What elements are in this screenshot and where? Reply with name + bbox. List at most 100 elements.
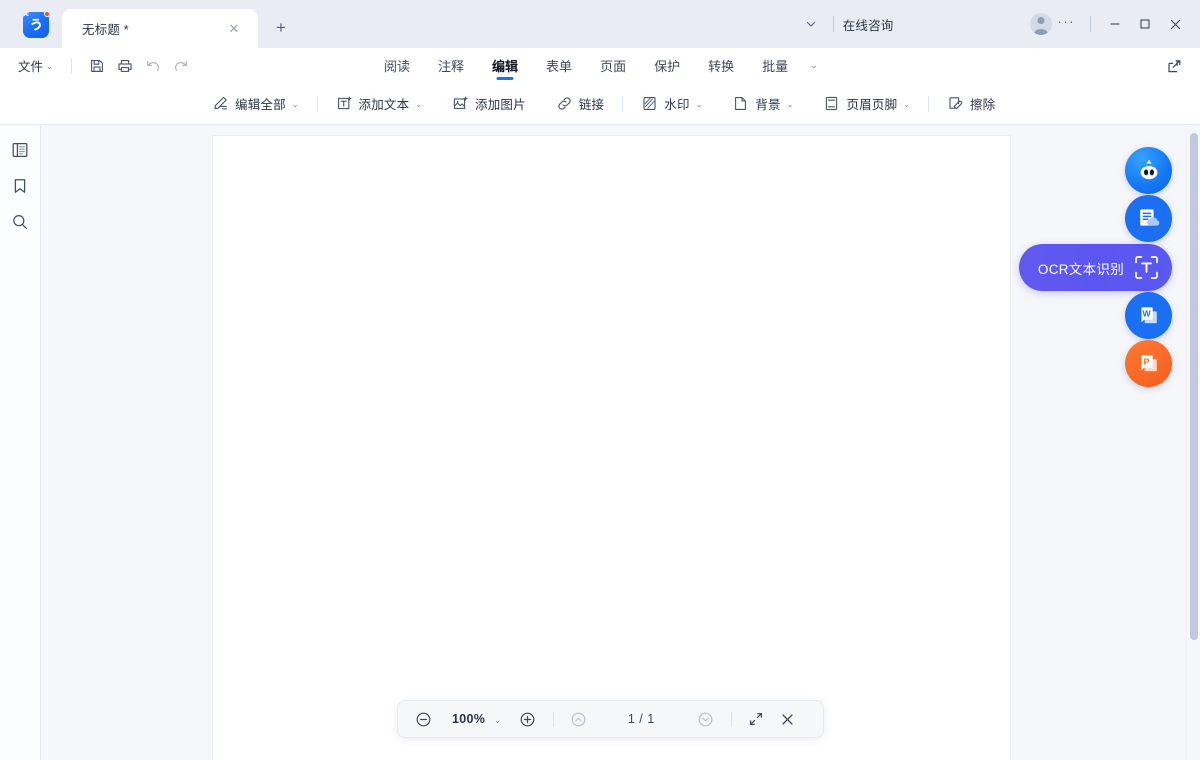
undo-icon[interactable] (140, 53, 166, 79)
chevron-down-icon[interactable]: ⌄ (802, 48, 826, 83)
tool-edit-all[interactable]: 编辑全部 ⌄ (205, 89, 306, 118)
background-icon (732, 95, 749, 112)
chevron-down-circle-icon[interactable] (693, 706, 719, 732)
chevron-down-icon: ⌄ (415, 100, 422, 109)
convert-to-word-icon[interactable]: W (1125, 292, 1172, 339)
ai-assistant-icon[interactable] (1125, 147, 1172, 194)
tab-label: 转换 (708, 56, 734, 75)
left-side-rail (0, 126, 41, 760)
ocr-label: OCR文本识别 (1038, 258, 1124, 278)
divider (317, 96, 318, 112)
tool-label: 背景 (755, 94, 780, 113)
floating-action-buttons: OCR文本识别 W P (1012, 147, 1172, 387)
edit-toolbar: 编辑全部 ⌄ 添加文本 ⌄ 添加图片 链接 (0, 83, 1200, 125)
tool-label: 擦除 (970, 94, 995, 113)
tool-add-image[interactable]: 添加图片 (445, 89, 533, 118)
menu-bar: 文件 ⌄ 阅读 注释 编辑 表单 页面 保护 转换 批量 ⌄ (0, 48, 1200, 83)
add-text-icon (336, 95, 353, 112)
tool-label: 页眉页脚 (846, 94, 897, 113)
convert-to-ppt-icon[interactable]: P (1125, 340, 1172, 387)
print-icon[interactable] (112, 53, 138, 79)
tab-batch[interactable]: 批量 (748, 48, 802, 83)
vertical-scrollbar[interactable] (1186, 126, 1200, 760)
tab-convert[interactable]: 转换 (694, 48, 748, 83)
close-navigation-bar-button[interactable] (775, 706, 801, 732)
zoom-level-value[interactable]: 100% (452, 712, 485, 726)
zoom-in-button[interactable] (515, 706, 541, 732)
link-icon (556, 95, 573, 112)
app-logo-icon: AI ぅ (23, 12, 49, 38)
page-indicator[interactable]: 1 / 1 (628, 712, 655, 726)
ocr-text-recognition-button[interactable]: OCR文本识别 (1019, 244, 1172, 291)
divider (928, 96, 929, 112)
tab-label: 页面 (600, 56, 626, 75)
chevron-down-icon: ⌄ (292, 100, 299, 109)
tab-label: 阅读 (384, 56, 410, 75)
tool-watermark[interactable]: 水印 ⌄ (634, 89, 709, 118)
logo-swoosh: ぅ (27, 15, 45, 33)
ribbon-tabs: 阅读 注释 编辑 表单 页面 保护 转换 批量 ⌄ (370, 48, 826, 83)
file-menu-label: 文件 (18, 56, 43, 75)
svg-text:P: P (1144, 356, 1150, 366)
svg-text:W: W (1142, 308, 1151, 318)
open-in-new-window-icon[interactable] (1160, 52, 1188, 80)
tool-label: 添加图片 (475, 94, 526, 113)
tool-label: 编辑全部 (235, 94, 286, 113)
tab-edit[interactable]: 编辑 (478, 48, 532, 83)
ocr-scan-icon (1133, 254, 1160, 281)
page-navigation-bar: 100% ⌄ 1 / 1 (397, 700, 824, 738)
bookmark-panel-icon[interactable] (7, 173, 33, 199)
tab-protect[interactable]: 保护 (640, 48, 694, 83)
cloud-document-icon[interactable] (1125, 195, 1172, 242)
header-footer-icon (823, 95, 840, 112)
zoom-out-button[interactable] (410, 706, 436, 732)
divider (622, 96, 623, 112)
tool-label: 添加文本 (359, 94, 410, 113)
divider (553, 712, 554, 727)
tool-erase[interactable]: 擦除 (940, 89, 1002, 118)
divider (833, 16, 834, 32)
document-page[interactable] (213, 136, 1010, 760)
redo-icon[interactable] (168, 53, 194, 79)
avatar[interactable] (1030, 13, 1052, 35)
pdf-editor-window: AI ぅ 无标题 * ✕ + 在线咨询 ··· (0, 0, 1200, 760)
eraser-icon (947, 95, 964, 112)
divider (1090, 16, 1091, 32)
chevron-down-icon[interactable] (798, 11, 824, 37)
tool-background[interactable]: 背景 ⌄ (725, 89, 800, 118)
maximize-button[interactable] (1130, 9, 1160, 39)
tab-annotate[interactable]: 注释 (424, 48, 478, 83)
title-bar-right: 在线咨询 ··· (798, 0, 1200, 48)
file-menu-button[interactable]: 文件 ⌄ (14, 53, 57, 78)
tab-form[interactable]: 表单 (532, 48, 586, 83)
pen-edit-icon (212, 95, 229, 112)
tool-header-footer[interactable]: 页眉页脚 ⌄ (816, 89, 917, 118)
chevron-down-icon: ⌄ (46, 62, 53, 71)
chevron-down-icon[interactable]: ⌄ (494, 716, 501, 725)
add-image-icon (452, 95, 469, 112)
tab-read[interactable]: 阅读 (370, 48, 424, 83)
expand-icon[interactable] (743, 706, 769, 732)
tab-page[interactable]: 页面 (586, 48, 640, 83)
close-window-button[interactable] (1160, 9, 1190, 39)
minimize-button[interactable] (1100, 9, 1130, 39)
search-panel-icon[interactable] (7, 209, 33, 235)
scrollbar-thumb[interactable] (1190, 133, 1198, 640)
close-icon[interactable]: ✕ (226, 21, 242, 37)
tab-label: 批量 (762, 56, 788, 75)
divider (71, 58, 72, 73)
online-consult-link[interactable]: 在线咨询 (843, 15, 894, 34)
document-tab[interactable]: 无标题 * ✕ (62, 9, 258, 48)
tool-add-text[interactable]: 添加文本 ⌄ (329, 89, 430, 118)
save-icon[interactable] (84, 53, 110, 79)
tab-label: 编辑 (492, 56, 518, 75)
title-bar: AI ぅ 无标题 * ✕ + 在线咨询 ··· (0, 0, 1200, 48)
more-options-button[interactable]: ··· (1058, 14, 1076, 29)
tool-link[interactable]: 链接 (549, 89, 611, 118)
thumbnail-panel-icon[interactable] (7, 137, 33, 163)
document-tab-title: 无标题 * (82, 19, 129, 38)
new-tab-button[interactable]: + (268, 14, 294, 40)
tab-label: 注释 (438, 56, 464, 75)
tool-label: 链接 (579, 94, 604, 113)
chevron-up-circle-icon[interactable] (566, 706, 592, 732)
